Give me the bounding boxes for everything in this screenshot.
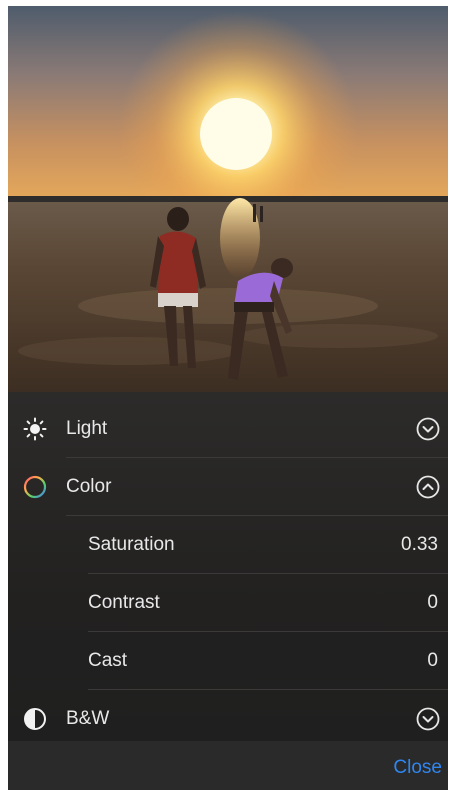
sunset-beach-photo	[8, 6, 448, 392]
bw-label: B&W	[66, 708, 110, 729]
contrast-value: 0	[427, 592, 438, 613]
color-section-header[interactable]: Color	[8, 458, 448, 516]
photo-editor: Light Color Saturation 0.33 Contrast 0 C…	[8, 6, 448, 796]
half-circle-icon	[24, 708, 46, 730]
color-wheel-icon	[23, 475, 47, 499]
saturation-value: 0.33	[401, 534, 438, 555]
bottom-toolbar: Close	[8, 741, 448, 796]
saturation-row[interactable]: Saturation 0.33	[8, 516, 448, 574]
light-section-header[interactable]: Light	[8, 400, 448, 458]
cast-value: 0	[427, 650, 438, 671]
color-label: Color	[66, 476, 112, 497]
sun-icon	[23, 417, 47, 441]
cast-label: Cast	[88, 650, 128, 671]
chevron-down-icon[interactable]	[416, 417, 440, 441]
light-label: Light	[66, 418, 108, 439]
photo-preview[interactable]	[8, 6, 448, 392]
saturation-label: Saturation	[88, 534, 175, 555]
contrast-row[interactable]: Contrast 0	[8, 574, 448, 632]
chevron-down-icon[interactable]	[416, 707, 440, 731]
bw-section-header[interactable]: B&W	[8, 690, 448, 748]
close-button[interactable]: Close	[393, 757, 442, 779]
screen-bottom-edge	[0, 790, 449, 802]
chevron-up-icon[interactable]	[416, 475, 440, 499]
cast-row[interactable]: Cast 0	[8, 632, 448, 690]
adjustments-panel: Light Color Saturation 0.33 Contrast 0 C…	[8, 392, 448, 741]
contrast-label: Contrast	[88, 592, 160, 613]
